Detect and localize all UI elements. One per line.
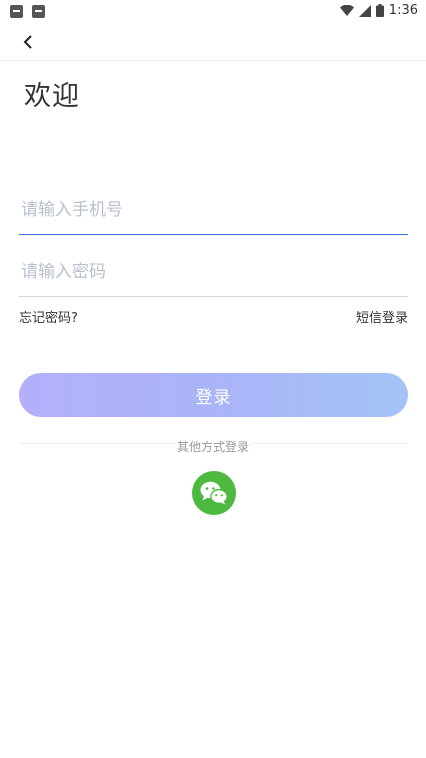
- other-login-label: 其他方式登录: [174, 440, 251, 454]
- header-divider: [0, 60, 426, 61]
- status-left: [10, 5, 45, 18]
- password-input[interactable]: [19, 262, 408, 282]
- phone-field[interactable]: [19, 200, 408, 235]
- other-login-label-row: 其他方式登录: [0, 436, 426, 455]
- page-title: 欢迎: [24, 81, 80, 112]
- phone-input[interactable]: [19, 200, 408, 220]
- back-button[interactable]: [14, 28, 42, 56]
- signal-icon: [358, 4, 371, 17]
- login-button[interactable]: 登录: [19, 373, 408, 417]
- notification-a-icon: [32, 5, 45, 18]
- battery-icon: [375, 4, 384, 17]
- status-bar: 1:36: [0, 0, 426, 24]
- forgot-password-link[interactable]: 忘记密码?: [19, 307, 78, 326]
- status-time: 1:36: [388, 3, 418, 18]
- chevron-left-icon: [23, 35, 32, 49]
- sms-login-link[interactable]: 短信登录: [356, 307, 408, 326]
- notification-icon: [10, 5, 23, 18]
- wechat-login-button[interactable]: [192, 471, 236, 515]
- wechat-icon: [200, 481, 228, 505]
- password-field[interactable]: [19, 262, 408, 297]
- wifi-icon: [339, 4, 354, 16]
- status-right: 1:36: [339, 3, 418, 18]
